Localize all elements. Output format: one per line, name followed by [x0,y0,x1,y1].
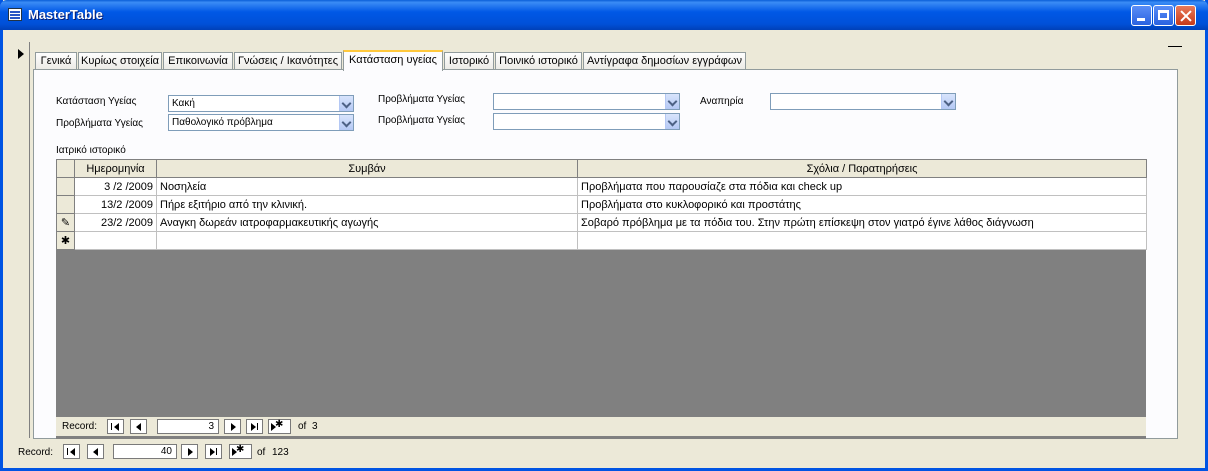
previous-record-button[interactable] [87,444,104,459]
title-bar[interactable]: MasterTable [0,0,1208,30]
tab-skills[interactable]: Γνώσεις / Ικανότητες [234,52,342,69]
tab-contact[interactable]: Επικοινωνία [163,52,233,69]
chevron-down-icon[interactable] [339,115,353,130]
next-record-button[interactable] [224,419,241,434]
column-header-date[interactable]: Ημερομηνία [74,159,157,178]
tab-criminal-record[interactable]: Ποινικό ιστορικό [495,52,582,69]
new-record-button[interactable] [229,444,252,459]
health-problems2-label: Προβλήματα Υγείας [378,94,465,105]
health-status-value: Κακή [172,98,195,109]
health-problems-label: Προβλήματα Υγείας [56,118,143,129]
previous-record-button[interactable] [130,419,147,434]
medical-history-label: Ιατρικό ιστορικό [56,145,126,156]
medical-history-grid: Ημερομηνία Συμβάν Σχόλια / Παρατηρήσεις … [56,159,1147,250]
new-record-button[interactable] [268,419,291,434]
close-button[interactable] [1175,5,1196,26]
disability-combo[interactable] [770,93,956,110]
cell-date[interactable]: 3 /2 /2009 [74,177,157,196]
main-record-total: 123 [272,447,289,458]
divider [1168,46,1182,47]
subform-record-number-input[interactable]: 3 [157,419,219,434]
subform-record-total: 3 [312,421,318,432]
tab-health-status[interactable]: Κατάσταση υγείας [343,50,443,71]
health-problems3-combo[interactable] [493,113,680,130]
chevron-down-icon[interactable] [665,114,679,129]
cell-event[interactable]: Νοσηλεία [156,177,578,196]
window-title: MasterTable [28,7,103,22]
column-header-notes[interactable]: Σχόλια / Παρατηρήσεις [577,159,1147,178]
cell-notes[interactable]: Σοβαρό πρόβλημα με τα πόδια του. Στην πρ… [577,213,1147,232]
first-record-button[interactable] [63,444,80,459]
tab-general[interactable]: Γενικά [35,52,77,69]
disability-label: Αναπηρία [700,96,744,107]
row-selector[interactable] [56,177,75,196]
main-record-label: Record: [18,447,54,458]
form-client-area: Γενικά Κυρίως στοιχεία Επικοινωνία Γνώσε… [6,30,1205,468]
main-record-navigator: Record: 40 of 123 [6,440,1205,466]
health-problems-value: Παθολογικό πρόβλημα [172,117,273,128]
last-record-button[interactable] [246,419,263,434]
editing-pencil-icon[interactable]: ✎ [56,213,75,232]
tab-main-info[interactable]: Κυρίως στοιχεία [78,52,162,69]
header-selector[interactable] [56,159,75,178]
record-selector[interactable] [13,42,30,438]
column-header-event[interactable]: Συμβάν [156,159,578,178]
tab-history[interactable]: Ιστορικό [444,52,494,69]
current-record-arrow-icon [18,49,24,59]
health-status-label: Κατάσταση Υγείας [56,96,137,107]
grid-header-row: Ημερομηνία Συμβάν Σχόλια / Παρατηρήσεις [56,159,1147,178]
subform-record-label: Record: [62,421,98,432]
new-record-row[interactable]: ✱ [56,231,1147,250]
next-record-button[interactable] [181,444,198,459]
cell-event[interactable]: Αναγκη δωρεάν ιατροφαρμακευτικής αγωγής [156,213,578,232]
table-row[interactable]: 3 /2 /2009 Νοσηλεία Προβλήματα που παρου… [56,177,1147,196]
cell-notes[interactable]: Προβλήματα στο κυκλοφορικό και προστάτης [577,195,1147,214]
cell-date[interactable]: 23/2 /2009 [74,213,157,232]
tab-public-documents[interactable]: Αντίγραφα δημοσίων εγγράφων [583,52,746,69]
tab-panel-health: Κατάσταση Υγείας Κακή Προβλήματα Υγείας … [33,69,1178,439]
cell-notes[interactable]: Προβλήματα που παρουσίαζε στα πόδια και … [577,177,1147,196]
main-record-number-input[interactable]: 40 [113,444,177,459]
table-row[interactable]: ✎ 23/2 /2009 Αναγκη δωρεάν ιατροφαρμακευ… [56,213,1147,232]
subform-of-label: of [298,421,307,432]
cell-date[interactable] [74,231,157,250]
chevron-down-icon[interactable] [665,94,679,109]
main-of-label: of [257,447,266,458]
health-problems2-combo[interactable] [493,93,680,110]
cell-notes[interactable] [577,231,1147,250]
health-problems3-label: Προβλήματα Υγείας [378,115,465,126]
row-selector[interactable] [56,195,75,214]
health-problems-combo[interactable]: Παθολογικό πρόβλημα [168,114,354,131]
chevron-down-icon[interactable] [941,94,955,109]
first-record-button[interactable] [107,419,124,434]
cell-event[interactable] [156,231,578,250]
maximize-button[interactable] [1153,5,1174,26]
cell-date[interactable]: 13/2 /2009 [74,195,157,214]
table-row[interactable]: 13/2 /2009 Πήρε εξιτήριο από την κλινική… [56,195,1147,214]
main-navbar: Record: 40 of 123 [6,442,406,461]
cell-event[interactable]: Πήρε εξιτήριο από την κλινική. [156,195,578,214]
app-window: MasterTable Γενικά Κυρίως στοιχεία Επικο… [0,0,1208,471]
subform-record-navigator: Record: 3 of 3 [56,417,1146,436]
new-record-asterisk-icon[interactable]: ✱ [56,231,75,250]
health-status-combo[interactable]: Κακή [168,95,354,112]
minimize-button[interactable] [1131,5,1152,26]
medical-history-subform: Ημερομηνία Συμβάν Σχόλια / Παρατηρήσεις … [56,159,1147,439]
table-icon [8,8,22,21]
chevron-down-icon[interactable] [339,96,353,111]
last-record-button[interactable] [205,444,222,459]
